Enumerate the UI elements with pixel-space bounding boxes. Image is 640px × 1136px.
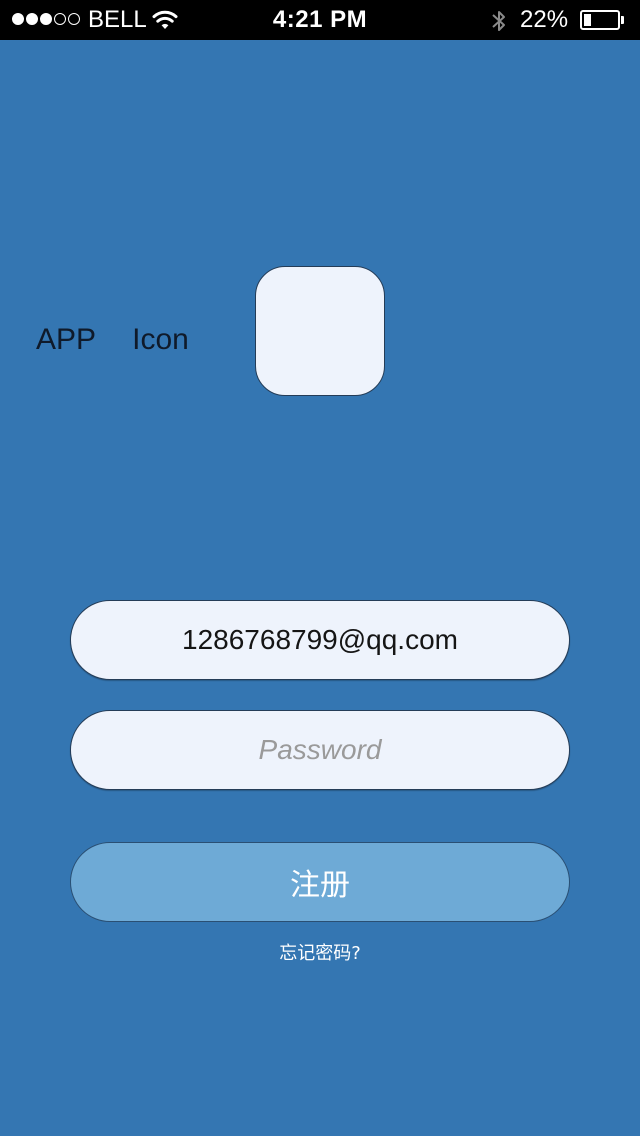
register-button[interactable]: 注册: [70, 842, 570, 922]
password-field[interactable]: [70, 710, 570, 790]
login-screen: BELL 4:21 PM 22% APP Icon 注册 忘记密码?: [0, 0, 640, 1136]
app-icon: [255, 266, 385, 396]
battery-level-fill: [584, 14, 591, 26]
bluetooth-icon: [492, 11, 505, 31]
email-field[interactable]: [70, 600, 570, 680]
password-input[interactable]: [100, 734, 540, 766]
forgot-password-link[interactable]: 忘记密码?: [0, 942, 640, 966]
status-bar: BELL 4:21 PM 22%: [0, 0, 640, 40]
battery-percentage: 22%: [520, 6, 569, 33]
email-input[interactable]: [100, 624, 540, 656]
battery-icon: [580, 10, 620, 30]
battery-tip: [621, 16, 624, 24]
app-icon-label: APP Icon: [36, 323, 189, 356]
